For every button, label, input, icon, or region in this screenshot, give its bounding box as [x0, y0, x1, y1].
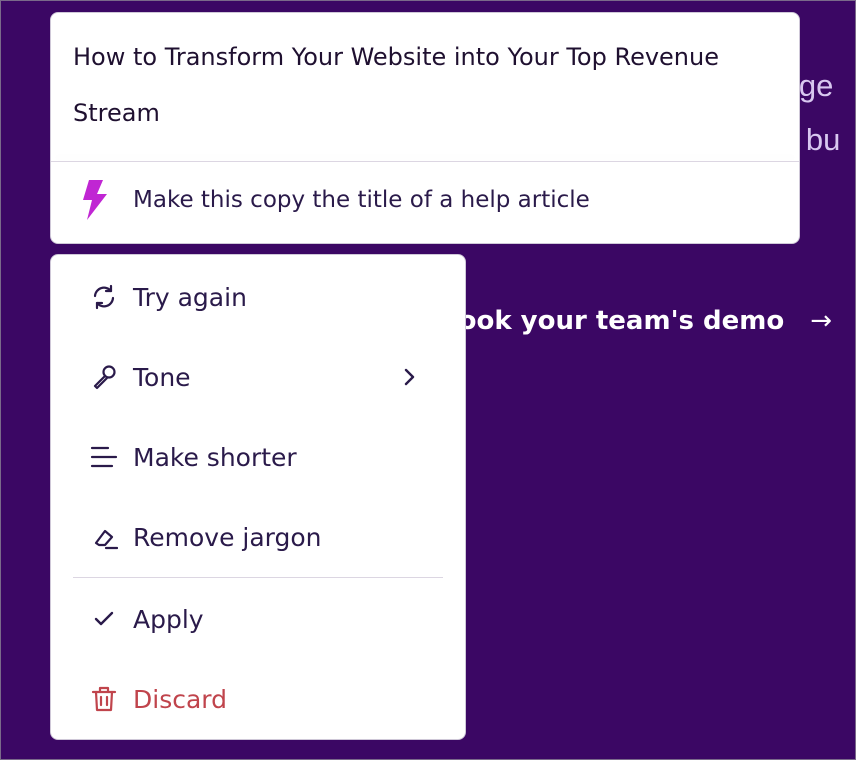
menu-item-label: Discard [133, 684, 227, 714]
refresh-icon [89, 282, 119, 312]
ai-actions-menu: Try again Tone Make shorter Remove jargo… [50, 254, 466, 740]
eraser-icon [89, 522, 119, 552]
trash-icon [89, 684, 119, 714]
menu-item-label: Apply [133, 604, 204, 634]
lightning-bolt-icon [81, 180, 107, 220]
book-demo-link[interactable]: book your team's demo → [440, 306, 832, 336]
prompt-instruction-row: Make this copy the title of a help artic… [51, 162, 799, 238]
menu-item-tone[interactable]: Tone [51, 347, 465, 407]
menu-item-label: Remove jargon [133, 522, 322, 552]
arrow-right-icon: → [810, 306, 833, 336]
prompt-instruction-text: Make this copy the title of a help artic… [133, 187, 590, 213]
text-lines-icon [89, 442, 119, 472]
microphone-icon [89, 362, 119, 392]
menu-item-label: Try again [133, 282, 247, 312]
menu-item-label: Make shorter [133, 442, 297, 472]
menu-item-label: Tone [133, 362, 191, 392]
menu-item-try-again[interactable]: Try again [51, 267, 465, 327]
menu-item-discard[interactable]: Discard [51, 669, 465, 729]
menu-item-make-shorter[interactable]: Make shorter [51, 427, 465, 487]
book-demo-label: book your team's demo [440, 306, 785, 336]
menu-item-remove-jargon[interactable]: Remove jargon [51, 507, 465, 567]
menu-divider [73, 577, 443, 578]
checkmark-icon [89, 604, 119, 634]
menu-item-apply[interactable]: Apply [51, 589, 465, 649]
chevron-right-icon [399, 367, 419, 387]
ai-result-card: How to Transform Your Website into Your … [50, 12, 800, 244]
generated-copy: How to Transform Your Website into Your … [73, 43, 719, 127]
